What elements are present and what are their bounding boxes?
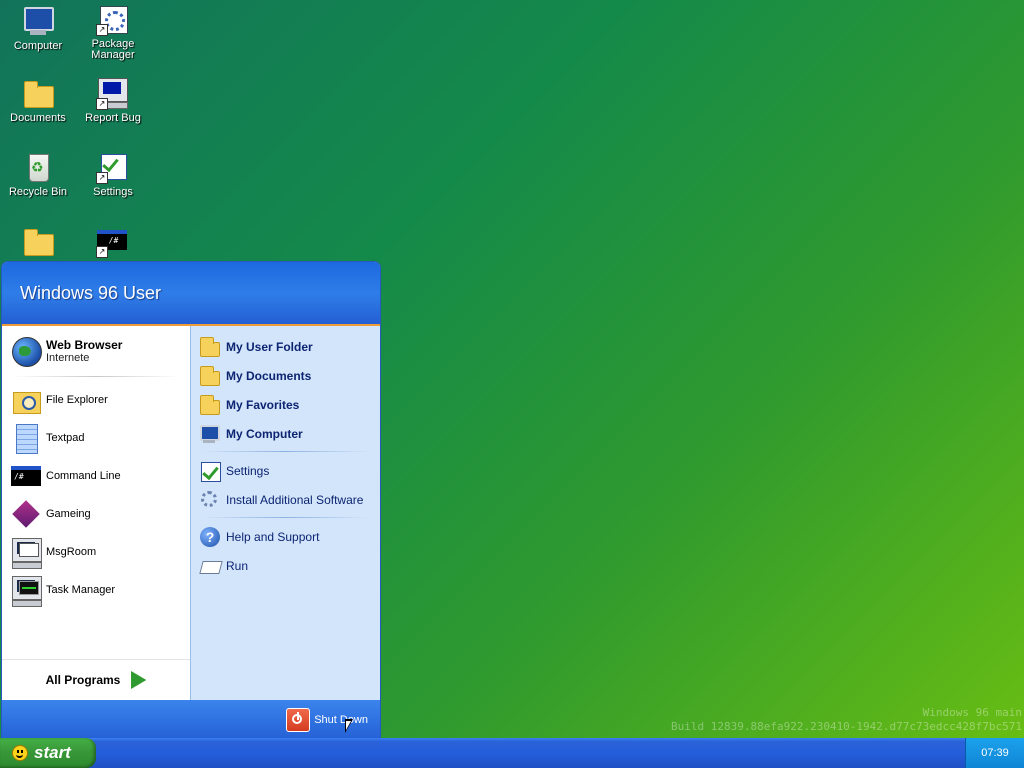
settings-icon <box>199 460 221 482</box>
folder-icon <box>21 224 55 258</box>
start-item-command-line[interactable]: /# Command Line <box>2 457 190 495</box>
taskbar: start 07:39 <box>0 738 1024 768</box>
place-label: Install Additional Software <box>226 492 364 507</box>
desktop-icon-label: Settings <box>93 186 133 198</box>
place-install-software[interactable]: Install Additional Software <box>191 485 380 514</box>
start-menu-programs: Web Browser Internete File Explorer Text… <box>2 326 191 700</box>
start-item-label: MsgRoom <box>46 546 97 558</box>
start-item-label: Gameing <box>46 508 91 520</box>
separator <box>12 376 180 377</box>
notepad-icon <box>10 422 42 454</box>
favorites-folder-icon <box>199 394 221 416</box>
start-menu-footer: Shut Down <box>2 700 380 740</box>
report-bug-icon: ↗ <box>96 76 130 110</box>
start-item-label: Task Manager <box>46 584 116 596</box>
desktop-icon-label: Report Bug <box>85 112 141 124</box>
place-label: Help and Support <box>226 529 320 544</box>
recycle-bin-icon <box>21 150 55 184</box>
place-label: Settings <box>226 463 270 478</box>
desktop-icon-label: Documents <box>10 112 66 124</box>
start-item-textpad[interactable]: Textpad <box>2 419 190 457</box>
start-item-gameing[interactable]: Gameing <box>2 495 190 533</box>
computer-icon <box>199 423 221 445</box>
documents-folder-icon <box>199 365 221 387</box>
place-my-documents[interactable]: My Documents <box>191 361 380 390</box>
task-manager-icon <box>10 574 42 607</box>
place-run[interactable]: Run <box>191 551 380 580</box>
terminal-icon: /# <box>10 460 42 492</box>
start-menu-header: Windows 96 User <box>2 262 380 326</box>
desktop-icon-settings[interactable]: ↗ Settings <box>76 150 150 198</box>
start-item-web-browser[interactable]: Web Browser Internete <box>2 328 190 374</box>
start-button-label: start <box>34 743 71 762</box>
terminal-icon: /# ↗ <box>96 224 130 258</box>
desktop-icon-label: Package Manager <box>91 38 135 61</box>
start-item-label: File Explorer <box>46 394 108 406</box>
shutdown-button[interactable]: Shut Down <box>286 708 368 732</box>
desktop-icon-label: Recycle Bin <box>8 186 68 198</box>
start-menu-places: My User Folder My Documents My Favorites… <box>191 326 380 700</box>
globe-icon <box>10 335 42 367</box>
all-programs-button[interactable]: All Programs <box>2 659 190 700</box>
arrow-right-icon <box>131 671 147 689</box>
place-my-user-folder[interactable]: My User Folder <box>191 332 380 361</box>
desktop-icon-terminal[interactable]: /# ↗ <box>76 224 150 261</box>
user-name: Windows 96 User <box>20 282 162 303</box>
place-label: Run <box>226 558 249 573</box>
place-label: My Computer <box>226 426 303 441</box>
start-item-label: Command Line <box>46 470 121 482</box>
documents-folder-icon <box>21 76 55 110</box>
start-item-file-explorer[interactable]: File Explorer <box>2 381 190 419</box>
start-item-label: Textpad <box>46 432 85 444</box>
separator <box>201 517 370 518</box>
start-menu-body: Web Browser Internete File Explorer Text… <box>2 326 380 700</box>
shutdown-label: Shut Down <box>314 714 368 726</box>
place-help-and-support[interactable]: ? Help and Support <box>191 522 380 551</box>
place-label: My Favorites <box>226 397 300 412</box>
desktop-icon-documents[interactable]: Documents <box>1 76 75 124</box>
desktop-icon-folder[interactable] <box>1 224 75 261</box>
place-settings[interactable]: Settings <box>191 456 380 485</box>
build-watermark: Windows 96 main Build 12839.88efa922.230… <box>671 706 1022 734</box>
file-explorer-icon <box>10 384 42 416</box>
desktop-icon-computer[interactable]: Computer <box>1 4 75 52</box>
system-tray: 07:39 <box>965 738 1024 768</box>
settings-icon: ↗ <box>96 150 130 184</box>
desktop-icon-report-bug[interactable]: ↗ Report Bug <box>76 76 150 124</box>
watermark-line-1: Windows 96 main <box>922 706 1022 719</box>
cube-icon <box>10 498 42 530</box>
start-item-title: Web Browser <box>46 338 123 352</box>
start-menu: Windows 96 User Web Browser Internete Fi… <box>1 261 381 741</box>
run-icon <box>199 555 223 577</box>
start-button[interactable]: start <box>0 738 96 768</box>
package-manager-icon: ↗ <box>96 2 130 36</box>
power-icon <box>286 708 311 732</box>
all-programs-label: All Programs <box>45 673 121 687</box>
chat-computer-icon <box>10 536 42 569</box>
clock[interactable]: 07:39 <box>981 747 1009 759</box>
smiley-logo-icon <box>12 745 28 761</box>
start-item-subtitle: Internete <box>46 352 90 364</box>
help-icon: ? <box>199 526 221 548</box>
place-my-favorites[interactable]: My Favorites <box>191 390 380 419</box>
desktop-icon-package-manager[interactable]: ↗ Package Manager <box>76 2 150 61</box>
place-my-computer[interactable]: My Computer <box>191 419 380 448</box>
watermark-line-2: Build 12839.88efa922.230410-1942.d77c73e… <box>671 720 1022 733</box>
desktop-icon-label: Computer <box>13 40 63 52</box>
computer-icon <box>21 4 55 38</box>
place-label: My User Folder <box>226 339 313 354</box>
start-item-msgroom[interactable]: MsgRoom <box>2 533 190 571</box>
start-item-task-manager[interactable]: Task Manager <box>2 571 190 609</box>
install-gear-icon <box>199 489 221 511</box>
desktop-icon-recycle-bin[interactable]: Recycle Bin <box>1 150 75 198</box>
place-label: My Documents <box>226 368 312 383</box>
separator <box>201 451 370 452</box>
folder-icon <box>199 336 221 358</box>
mouse-cursor-fill <box>346 721 351 730</box>
